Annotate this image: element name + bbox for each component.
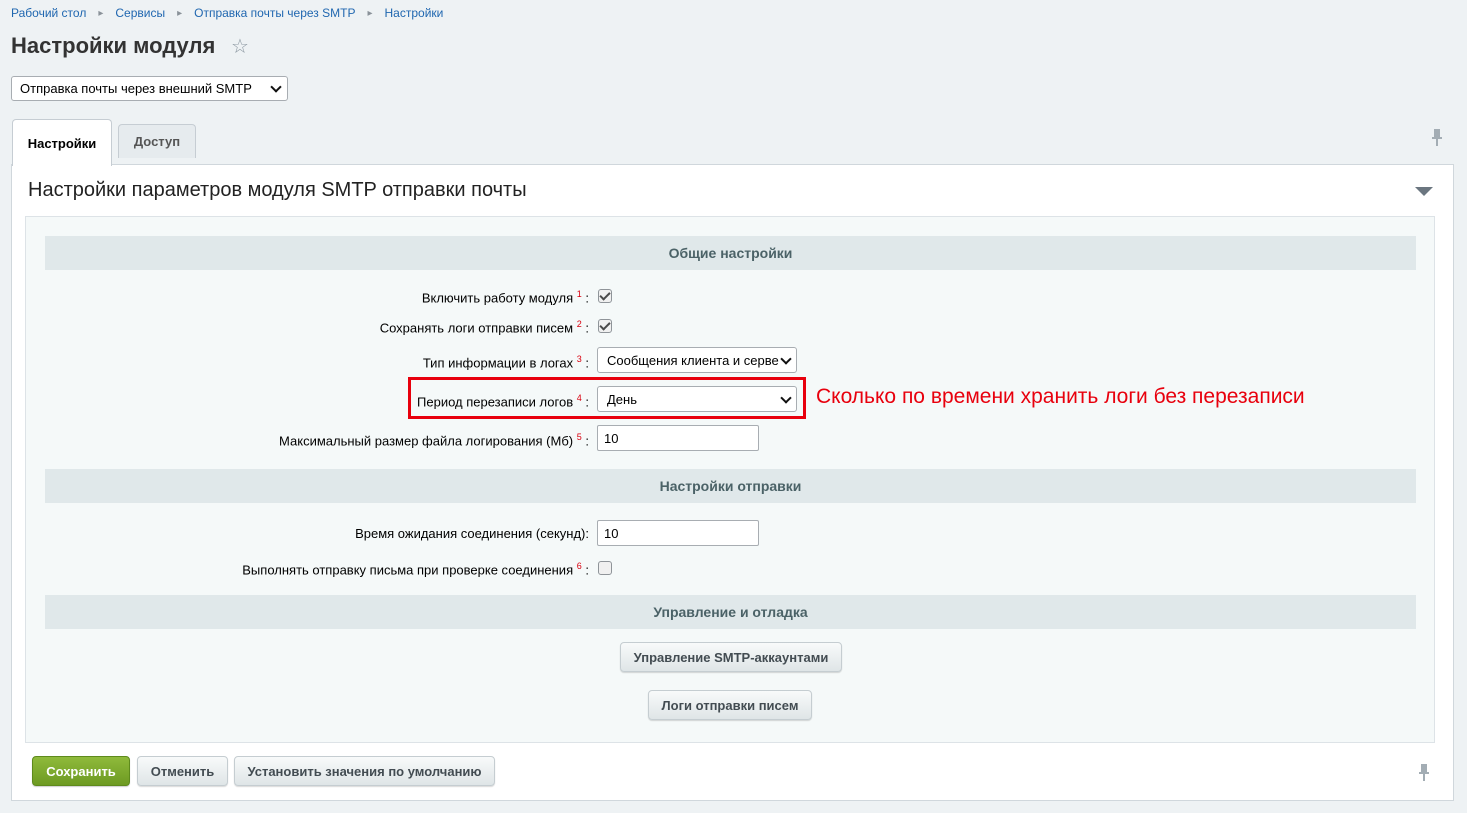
log-info-type-select[interactable]: Сообщения клиента и серве xyxy=(597,347,797,373)
breadcrumb-item-desktop[interactable]: Рабочий стол xyxy=(11,6,86,20)
highlight-box xyxy=(408,377,806,419)
section-general: Общие настройки xyxy=(45,236,1416,270)
send-on-check-label: Выполнять отправку письма при проверке с… xyxy=(242,561,589,578)
send-on-check-checkbox[interactable] xyxy=(598,561,612,575)
module-select-value: Отправка почты через внешний SMTP xyxy=(20,81,252,96)
restore-defaults-button[interactable]: Установить значения по умолчанию xyxy=(234,756,495,786)
breadcrumb-item-services[interactable]: Сервисы xyxy=(115,6,165,20)
module-select[interactable]: Отправка почты через внешний SMTP xyxy=(11,76,288,101)
timeout-label: Время ожидания соединения (секунд): xyxy=(355,526,589,541)
settings-form: Общие настройки Включить работу модуля 1… xyxy=(25,216,1435,743)
page-title: Настройки модуля xyxy=(11,33,216,58)
tab-access-label: Доступ xyxy=(133,134,181,149)
tab-settings[interactable]: Настройки xyxy=(12,119,112,166)
breadcrumb: Рабочий стол ▸ Сервисы ▸ Отправка почты … xyxy=(11,5,443,21)
pin-icon[interactable] xyxy=(1417,763,1431,783)
panel-title: Настройки параметров модуля SMTP отправк… xyxy=(28,179,527,201)
save-button[interactable]: Сохранить xyxy=(32,756,130,786)
timeout-input[interactable]: 10 xyxy=(597,520,759,546)
annotation-text: Сколько по времени хранить логи без пере… xyxy=(816,385,1305,408)
chevron-down-icon xyxy=(780,353,792,365)
breadcrumb-item-smtp[interactable]: Отправка почты через SMTP xyxy=(194,6,355,20)
collapse-icon[interactable] xyxy=(1415,187,1433,196)
log-info-type-label: Тип информации в логах 3 : xyxy=(422,354,589,371)
save-logs-checkbox[interactable] xyxy=(598,319,612,333)
section-sending: Настройки отправки xyxy=(45,469,1416,503)
section-management: Управление и отладка xyxy=(45,595,1416,629)
star-icon[interactable]: ☆ xyxy=(231,37,251,57)
cancel-button[interactable]: Отменить xyxy=(137,756,228,786)
enable-module-checkbox[interactable] xyxy=(598,289,612,303)
settings-panel: Настройки параметров модуля SMTP отправк… xyxy=(11,164,1454,801)
manage-smtp-accounts-button[interactable]: Управление SMTP-аккаунтами xyxy=(620,642,842,672)
tab-access[interactable]: Доступ xyxy=(118,124,196,158)
chevron-down-icon xyxy=(270,81,282,93)
max-log-size-label: Максимальный размер файла логирования (М… xyxy=(279,432,589,449)
breadcrumb-separator-icon: ▸ xyxy=(367,7,373,19)
breadcrumb-separator-icon: ▸ xyxy=(98,7,104,19)
save-logs-label: Сохранять логи отправки писем 2 : xyxy=(379,319,589,336)
breadcrumb-separator-icon: ▸ xyxy=(177,7,183,19)
breadcrumb-item-settings[interactable]: Настройки xyxy=(385,6,444,20)
send-logs-button[interactable]: Логи отправки писем xyxy=(648,690,812,720)
max-log-size-input[interactable]: 10 xyxy=(597,425,759,451)
pin-icon[interactable] xyxy=(1430,128,1444,148)
enable-module-label: Включить работу модуля 1 : xyxy=(421,289,589,306)
tab-settings-label: Настройки xyxy=(27,135,97,151)
